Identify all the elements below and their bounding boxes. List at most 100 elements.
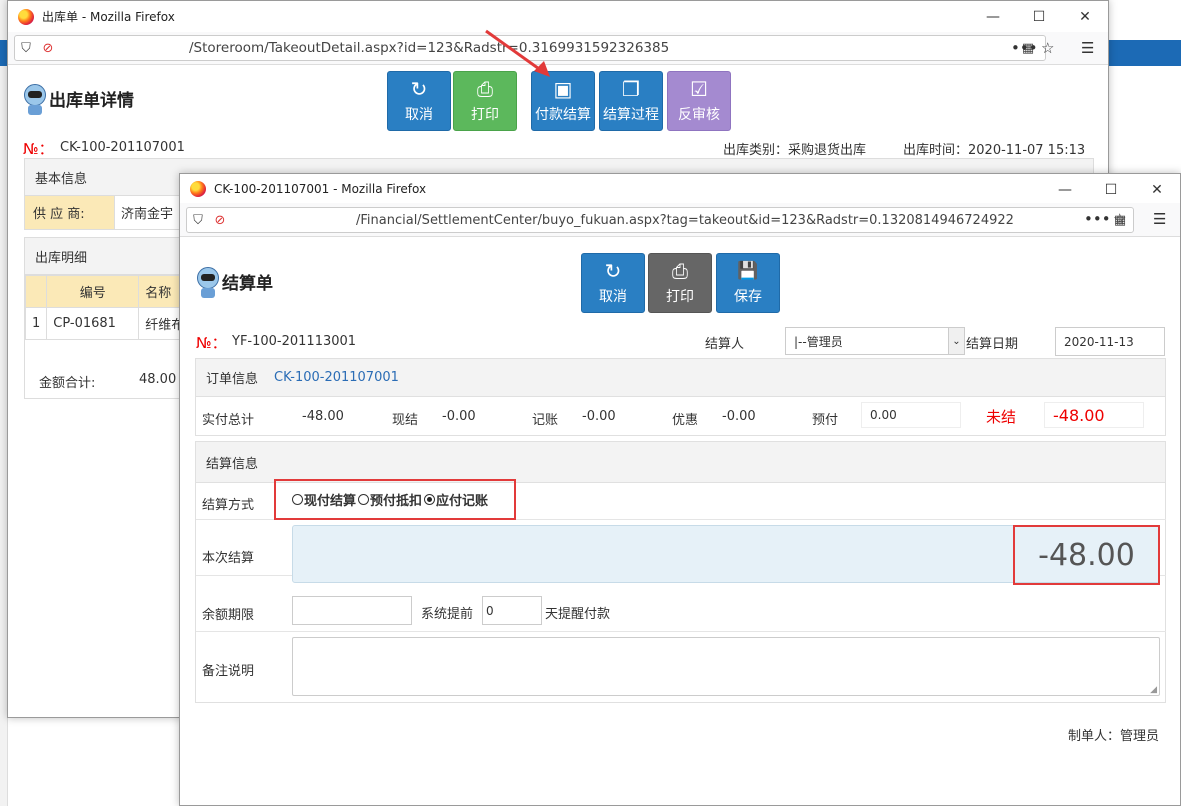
detail-table: 编号 名称 1 CP-01681 纤维布: [24, 275, 200, 340]
url-text[interactable]: /Storeroom/TakeoutDetail.aspx?id=123&Rad…: [189, 40, 669, 56]
row-code: CP-01681: [46, 307, 140, 340]
title-bar[interactable]: 出库单 - Mozilla Firefox — ☐ ✕: [8, 1, 1108, 32]
unsettled-label: 未结: [986, 408, 1017, 426]
current-settle-label: 本次结算: [202, 551, 255, 566]
maximize-button[interactable]: ☐: [1088, 174, 1134, 205]
total-label: 金额合计:: [39, 376, 96, 391]
account-value: -0.00: [582, 409, 616, 424]
close-button[interactable]: ✕: [1134, 174, 1180, 205]
title-bar[interactable]: CK-100-201107001 - Mozilla Firefox — ☐ ✕: [180, 174, 1180, 203]
prepay-field[interactable]: 0.00: [861, 402, 961, 428]
discount-label: 优惠: [672, 413, 699, 428]
check-icon: ☑: [690, 77, 708, 101]
minimize-button[interactable]: —: [970, 1, 1016, 32]
bookmark-star-icon[interactable]: ☆: [1113, 210, 1126, 228]
remark-textarea[interactable]: ◢: [292, 637, 1160, 696]
resize-handle-icon[interactable]: ◢: [1150, 685, 1157, 695]
navigation-bar: ⛉ ⊘ /Financial/SettlementCenter/buyo_fuk…: [180, 203, 1180, 237]
term-label: 余额期限: [202, 608, 255, 623]
url-text[interactable]: /Financial/SettlementCenter/buyo_fukuan.…: [356, 213, 1014, 228]
more-icon[interactable]: •••: [1011, 39, 1038, 57]
settle-date-label: 结算日期: [966, 337, 1019, 352]
amount-highlight-box: -48.00: [1013, 525, 1160, 585]
red-arrow-annotation: [485, 29, 550, 77]
tracking-icon[interactable]: ⊘: [37, 41, 59, 56]
copy-icon: ❐: [622, 77, 640, 101]
unapprove-button[interactable]: ☑ 反审核: [667, 71, 731, 131]
chevron-down-icon[interactable]: ⌄: [948, 328, 964, 354]
undo-icon: ↻: [604, 259, 622, 283]
settle-process-button[interactable]: ❐ 结算过程: [599, 71, 663, 131]
bookmark-star-icon[interactable]: ☆: [1041, 39, 1054, 57]
settlement-number: YF-100-201113001: [232, 334, 357, 349]
no-label: №：: [23, 140, 54, 158]
takeout-time: 出库时间：2020-11-07 15:13: [903, 143, 1086, 158]
remind-days-input[interactable]: 0: [482, 596, 542, 625]
brand: 结算单: [196, 264, 273, 298]
cancel-button[interactable]: ↻ 取消: [581, 253, 645, 313]
menu-icon[interactable]: ☰: [1153, 210, 1166, 228]
takeout-number: CK-100-201107001: [60, 140, 185, 155]
maximize-button[interactable]: ☐: [1016, 1, 1062, 32]
cash-label: 现结: [392, 413, 419, 428]
no-label: №：: [196, 334, 227, 352]
money-icon: ▣: [553, 77, 573, 101]
page-title: 结算单: [222, 273, 273, 294]
print-icon: ⎙: [672, 259, 688, 283]
column-header-code: 编号: [46, 275, 140, 308]
firefox-icon: [190, 180, 206, 197]
settle-date-field[interactable]: 2020-11-13: [1055, 327, 1165, 356]
supplier-value: 济南金宇: [121, 207, 174, 222]
save-icon: 💾: [737, 261, 759, 281]
unsettled-value: -48.00: [1044, 402, 1144, 428]
current-settle-value: -48.00: [1038, 537, 1135, 573]
close-button[interactable]: ✕: [1062, 1, 1108, 32]
account-label: 记账: [532, 413, 559, 428]
remind-suffix: 天提醒付款: [545, 607, 611, 622]
prepay-label: 预付: [812, 413, 839, 428]
undo-icon: ↻: [410, 77, 428, 101]
background-strip-right: [1108, 40, 1181, 66]
save-button[interactable]: 💾 保存: [716, 253, 780, 313]
remind-prefix: 系统提前: [421, 607, 474, 622]
takeout-type: 出库类别：采购退货出库: [723, 143, 867, 158]
total-value: 48.00: [139, 372, 177, 387]
order-info-label: 订单信息: [206, 372, 259, 387]
shield-icon[interactable]: ⛉: [187, 213, 209, 228]
table-row[interactable]: 1 CP-01681 纤维布: [24, 307, 200, 340]
tracking-icon[interactable]: ⊘: [209, 213, 231, 228]
firefox-icon: [18, 8, 34, 25]
minimize-button[interactable]: —: [1042, 174, 1088, 205]
brand: 出库单详情: [23, 81, 134, 115]
cancel-button[interactable]: ↻ 取消: [387, 71, 451, 131]
table-header-row: 编号 名称: [24, 275, 200, 308]
navigation-bar: ⛉ ⊘ /Storeroom/TakeoutDetail.aspx?id=123…: [8, 32, 1108, 65]
term-input[interactable]: [292, 596, 412, 625]
menu-icon[interactable]: ☰: [1081, 39, 1094, 57]
remark-label: 备注说明: [202, 664, 255, 679]
cash-value: -0.00: [442, 409, 476, 424]
actual-total-value: -48.00: [302, 409, 344, 424]
settler-select[interactable]: |--管理员 ⌄: [785, 327, 965, 355]
maker-label: 制单人：管理员: [1068, 729, 1160, 744]
url-bar[interactable]: ⛉ ⊘ /Financial/SettlementCenter/buyo_fuk…: [186, 207, 1134, 233]
method-highlight-box: [274, 479, 516, 520]
order-info-panel: 订单信息 CK-100-201107001 实付总计 -48.00 现结 -0.…: [195, 358, 1166, 436]
supplier-label: 供 应 商:: [25, 196, 115, 229]
print-icon: ⎙: [477, 77, 493, 101]
shield-icon[interactable]: ⛉: [15, 41, 37, 56]
order-link[interactable]: CK-100-201107001: [274, 370, 399, 385]
mascot-logo: [196, 264, 220, 298]
print-button[interactable]: ⎙ 打印: [648, 253, 712, 313]
mascot-logo: [23, 81, 47, 115]
method-label: 结算方式: [202, 498, 255, 513]
settle-info-title: 结算信息: [196, 442, 1165, 483]
settlement-window: CK-100-201107001 - Mozilla Firefox — ☐ ✕…: [179, 173, 1181, 806]
actual-total-label: 实付总计: [202, 413, 255, 428]
page-title: 出库单详情: [49, 90, 134, 111]
settler-label: 结算人: [705, 337, 745, 352]
more-icon[interactable]: •••: [1084, 210, 1111, 228]
window-title: CK-100-201107001 - Mozilla Firefox: [214, 181, 427, 196]
row-index: 1: [24, 307, 48, 340]
window-title: 出库单 - Mozilla Firefox: [42, 10, 175, 24]
